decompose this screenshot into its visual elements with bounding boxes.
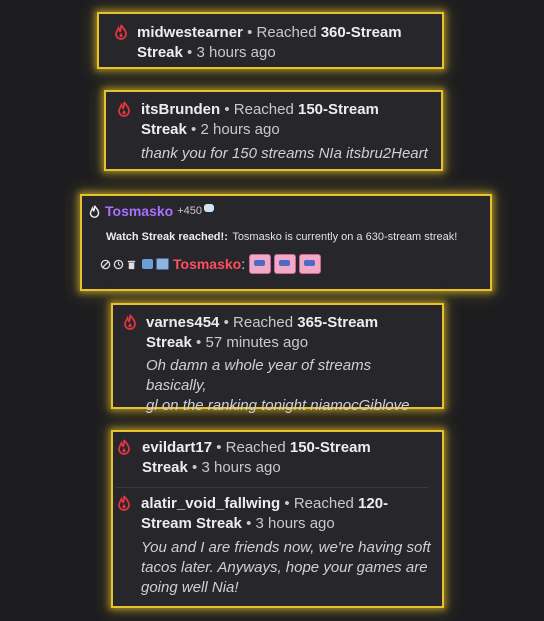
timestamp: 3 hours ago xyxy=(255,515,335,532)
channel-points-icon xyxy=(204,204,214,212)
username[interactable]: itsBrunden xyxy=(141,101,220,118)
badge-icon xyxy=(142,259,153,269)
username[interactable]: evildart17 xyxy=(142,439,212,456)
flame-icon xyxy=(115,24,127,40)
chat-message: You and I are friends now, we're having … xyxy=(141,539,431,596)
badge-icon xyxy=(156,258,169,270)
streak-card-group: evildart17 • Reached 150-Stream Streak •… xyxy=(111,430,444,608)
streak-text: varnes454 • Reached 365-Stream Streak • … xyxy=(146,314,379,351)
watch-streak-notice: Watch Streak reached!: Tosmasko is curre… xyxy=(106,231,458,243)
flame-icon xyxy=(118,101,130,117)
username[interactable]: Tosmasko xyxy=(105,203,173,219)
flame-icon xyxy=(89,205,100,218)
flame-icon xyxy=(124,314,136,330)
chat-message: Oh damn a whole year of streams basicall… xyxy=(146,357,410,414)
username[interactable]: varnes454 xyxy=(146,314,219,331)
timestamp: 2 hours ago xyxy=(200,121,280,138)
username[interactable]: alatir_void_fallwing xyxy=(141,495,280,512)
flame-icon xyxy=(118,439,130,455)
streak-text: midwestearner • Reached 360-Stream Strea… xyxy=(137,24,402,61)
chat-username[interactable]: Tosmasko xyxy=(173,256,241,272)
timeout-icon[interactable] xyxy=(113,259,124,270)
flame-icon xyxy=(118,495,130,511)
emote-icon[interactable] xyxy=(299,254,322,274)
watch-streak-card: Tosmasko +450 Watch Streak reached!: Tos… xyxy=(80,194,492,291)
streak-text: itsBrunden • Reached 150-Stream Streak •… xyxy=(141,101,379,138)
emote-icon[interactable] xyxy=(249,254,272,274)
timestamp: 3 hours ago xyxy=(201,459,281,476)
watch-streak-header: Tosmasko +450 xyxy=(88,203,482,219)
streak-card-itsbrunden: itsBrunden • Reached 150-Stream Streak •… xyxy=(104,90,443,171)
timestamp: 3 hours ago xyxy=(196,44,276,61)
chat-message: thank you for 150 streams NIa itsbru2Hea… xyxy=(141,145,428,162)
delete-icon[interactable] xyxy=(126,259,137,270)
streak-text: evildart17 • Reached 150-Stream Streak •… xyxy=(142,439,371,476)
streak-card-varnes454: varnes454 • Reached 365-Stream Streak • … xyxy=(111,303,444,414)
ban-icon[interactable] xyxy=(100,259,111,270)
chat-line: Tosmasko : xyxy=(88,254,482,274)
emote-icon[interactable] xyxy=(274,254,297,274)
channel-points: +450 xyxy=(177,205,202,217)
username[interactable]: midwestearner xyxy=(137,24,243,41)
streak-text: alatir_void_fallwing • Reached 120- Stre… xyxy=(141,495,389,532)
streak-card-midwestearner: midwestearner • Reached 360-Stream Strea… xyxy=(97,12,444,69)
timestamp: 57 minutes ago xyxy=(205,334,309,351)
